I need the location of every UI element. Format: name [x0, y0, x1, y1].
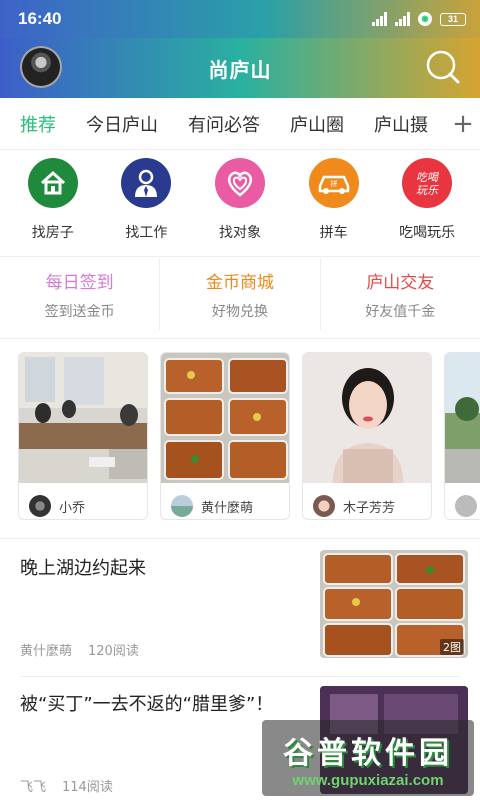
shortcut-label: 找对象 — [218, 225, 261, 241]
author-avatar — [29, 495, 51, 517]
shortcut-carpool[interactable]: 拼 拼车 — [294, 158, 374, 250]
worker-icon — [121, 158, 172, 208]
shortcut-food-fun[interactable]: 吃喝 玩乐 吃喝玩乐 — [387, 158, 467, 250]
shortcut-grid: 找房子 找工作 找对象 拼 拼车 吃喝 玩乐 吃喝玩乐 — [0, 158, 480, 250]
card-footer — [445, 487, 480, 519]
article-title: 晚上湖边约起来 — [20, 558, 146, 579]
svg-text:拼: 拼 — [330, 179, 337, 188]
shortcut-label: 吃喝玩乐 — [399, 225, 456, 241]
tab-lushan-circle[interactable]: 庐山圈 — [260, 111, 344, 137]
shortcut-find-job[interactable]: 找工作 — [106, 158, 186, 250]
post-card[interactable] — [444, 352, 480, 520]
post-card-carousel: 小乔 黄什麼萌 木子芳芳 — [18, 352, 480, 522]
shortcut-find-house[interactable]: 找房子 — [13, 158, 93, 250]
signal-icon — [372, 12, 387, 26]
promo-title: 金币商城 — [205, 272, 274, 293]
status-time: 16:40 — [18, 9, 62, 28]
divider — [0, 256, 480, 257]
svg-text:玩乐: 玩乐 — [416, 184, 439, 197]
promo-title: 庐山交友 — [366, 272, 435, 293]
article-author: 飞飞 — [20, 780, 47, 795]
user-avatar[interactable] — [20, 46, 62, 88]
author-avatar — [313, 495, 335, 517]
promo-title: 每日签到 — [45, 272, 114, 293]
card-footer: 木子芳芳 — [303, 487, 431, 519]
card-footer: 小乔 — [19, 487, 147, 519]
author-name: 小乔 — [59, 500, 86, 516]
author-avatar — [171, 495, 193, 517]
promo-coin-mall[interactable]: 金币商城 好物兑换 — [160, 258, 321, 330]
house-icon — [27, 158, 78, 208]
promo-daily-checkin[interactable]: 每日签到 签到送金币 — [0, 258, 161, 330]
app-title: 尚庐山 — [208, 57, 272, 82]
article-meta: 黄什麼萌 120阅读 — [20, 640, 139, 659]
meeting-photo — [19, 353, 147, 483]
wifi-icon: ◉ — [418, 12, 432, 26]
article-item[interactable]: 晚上湖边约起来 黄什麼萌 120阅读 2图 — [0, 538, 480, 674]
author-name: 木子芳芳 — [343, 500, 396, 516]
food-fun-icon: 吃喝 玩乐 — [402, 158, 453, 208]
braised-chicken-feet — [161, 353, 289, 483]
watermark-url: www.gupuxiazai.com — [292, 771, 444, 789]
search-icon[interactable] — [424, 48, 462, 86]
divider — [0, 338, 480, 339]
shortcut-find-partner[interactable]: 找对象 — [200, 158, 280, 250]
category-tabs: 推荐 今日庐山 有问必答 庐山圈 庐山摄 + — [0, 98, 480, 150]
image-count-badge: 2图 — [440, 639, 464, 655]
author-avatar — [455, 495, 477, 517]
post-card[interactable]: 木子芳芳 — [302, 352, 432, 520]
card-footer: 黄什麼萌 — [161, 487, 289, 519]
article-reads: 120阅读 — [88, 644, 139, 659]
battery-icon: 31 — [440, 12, 466, 26]
promo-lushan-friends[interactable]: 庐山交友 好友值千金 — [321, 258, 480, 330]
tab-today-lushan[interactable]: 今日庐山 — [56, 111, 158, 137]
svg-text:吃喝: 吃喝 — [416, 171, 440, 184]
shortcut-label: 拼车 — [319, 225, 348, 241]
plus-icon[interactable]: + — [446, 98, 480, 149]
article-meta: 飞飞 114阅读 — [20, 776, 113, 795]
signal-icon-2 — [395, 12, 410, 26]
tab-lushan-photo[interactable]: 庐山摄 — [344, 111, 428, 137]
post-card[interactable]: 小乔 — [18, 352, 148, 520]
article-author: 黄什麼萌 — [20, 644, 73, 659]
article-reads: 114阅读 — [62, 780, 113, 795]
post-card[interactable]: 黄什麼萌 — [160, 352, 290, 520]
status-bar: 16:40 ◉ 31 — [0, 0, 480, 38]
tab-recommend[interactable]: 推荐 — [0, 111, 56, 137]
app-header: 尚庐山 — [0, 38, 480, 98]
hearts-icon — [214, 158, 265, 208]
shortcut-label: 找工作 — [125, 225, 168, 241]
watermark-text: 谷普软件园 — [283, 735, 453, 771]
car-icon: 拼 — [308, 158, 359, 208]
tab-qa[interactable]: 有问必答 — [158, 111, 260, 137]
site-watermark: 谷普软件园 www.gupuxiazai.com — [262, 720, 474, 796]
promo-subtitle: 签到送金币 — [44, 303, 115, 320]
author-name: 黄什麼萌 — [201, 500, 254, 516]
girl-portrait — [303, 353, 431, 483]
article-thumbnail: 2图 — [320, 550, 468, 658]
shortcut-label: 找房子 — [31, 225, 74, 241]
promo-subtitle: 好物兑换 — [211, 303, 268, 320]
status-icons: ◉ 31 — [372, 12, 466, 26]
outdoor-photo — [445, 353, 480, 483]
promo-row: 每日签到 签到送金币 金币商城 好物兑换 庐山交友 好友值千金 — [0, 258, 480, 330]
promo-subtitle: 好友值千金 — [365, 303, 436, 320]
article-title: 被“买丁”一去不返的“腊里爹”！ — [20, 694, 274, 715]
